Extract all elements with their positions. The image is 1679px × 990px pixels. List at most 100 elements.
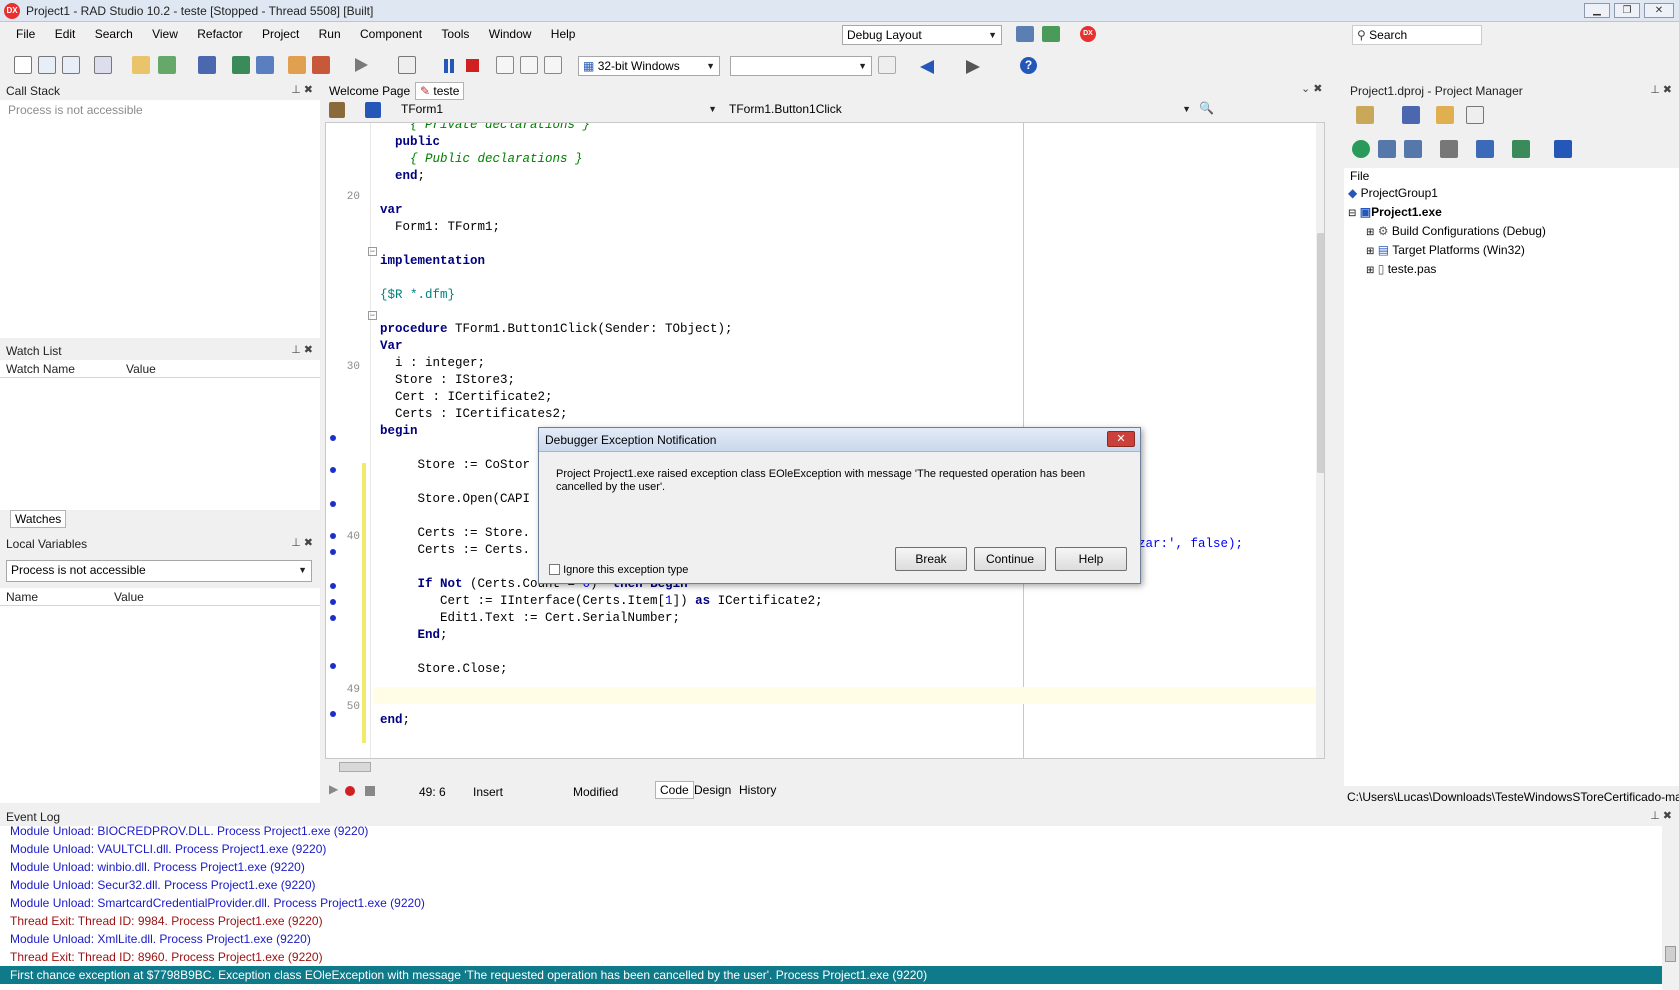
collapse-all-icon[interactable] [1404,140,1422,158]
log-line[interactable]: Module Unload: BIOCREDPROV.DLL. Process … [0,826,1662,840]
add-to-project-icon[interactable] [288,56,306,74]
breakpoint-dot-icon[interactable] [330,533,336,539]
tree-item-group[interactable]: ◆ ProjectGroup1 [1348,186,1438,205]
pin-icon[interactable]: ⊥✖ [1650,809,1675,822]
dx-logo-icon[interactable]: DX [1080,26,1096,42]
tree-item-target-platforms[interactable]: ⊞ ▤ Target Platforms (Win32) [1366,243,1525,262]
check-icon[interactable] [1512,140,1530,158]
forward-arrow-icon[interactable] [966,60,980,74]
event-log-list[interactable]: Module Unload: BIOCREDPROV.DLL. Process … [0,826,1662,990]
breakpoint-dot-icon[interactable] [330,615,336,621]
open-icon[interactable] [158,56,176,74]
tree-item-project[interactable]: ⊟ ▣Project1.exe [1348,205,1442,224]
dialog-close-button[interactable]: ✕ [1107,431,1135,447]
menu-window[interactable]: Window [481,23,540,45]
log-line[interactable]: Module Unload: Secur32.dll. Process Proj… [0,876,1662,894]
tree-item-teste-pas[interactable]: ⊞ ▯ teste.pas [1366,262,1436,281]
ignore-exception-checkbox[interactable]: Ignore this exception type [549,564,688,576]
pause-icon[interactable] [444,59,448,73]
log-line[interactable]: Module Unload: XmlLite.dll. Process Proj… [0,930,1662,948]
pin-icon[interactable]: ⊥✖ [1650,83,1675,96]
run-icon[interactable] [355,58,368,72]
play-macro-icon[interactable]: ▶ [329,782,338,796]
watch-value-column[interactable]: Value [126,362,156,376]
tab-design[interactable]: Design [694,783,731,797]
help-icon[interactable]: ? [1020,57,1037,74]
log-line[interactable]: Module Unload: VAULTCLI.dll. Process Pro… [0,840,1662,858]
back-arrow-icon[interactable] [920,60,934,74]
fold-toggle-icon[interactable]: − [368,247,377,256]
build-groups-icon[interactable] [1554,140,1572,158]
stop-macro-icon[interactable] [365,786,375,796]
set-debug-desktop-icon[interactable] [1042,26,1060,42]
file-column[interactable]: File [1350,169,1369,183]
local-value-column[interactable]: Value [114,590,144,604]
unit-icon[interactable] [329,102,345,118]
expand-icon[interactable]: ⊞ [1366,246,1374,257]
run-to-cursor-icon[interactable] [544,56,562,74]
add-project-icon[interactable] [1402,106,1420,124]
menu-tools[interactable]: Tools [433,23,477,45]
expand-all-icon[interactable] [1378,140,1396,158]
collapse-icon[interactable]: ⊟ [1348,208,1356,219]
new-items-icon[interactable] [132,56,150,74]
class-combo[interactable]: TForm1 ▼ [397,100,721,120]
trace-into-icon[interactable] [496,56,514,74]
break-button[interactable]: Break [895,547,967,571]
tab-watches[interactable]: Watches [10,510,67,528]
help-button[interactable]: Help [1055,547,1127,571]
tab-code[interactable]: Code [655,781,694,799]
stop-icon[interactable] [466,59,479,72]
pin-icon[interactable]: ⊥✖ [291,536,316,549]
event-log-scroll-thumb[interactable] [1665,946,1676,962]
menu-run[interactable]: Run [311,23,349,45]
build-config-combo[interactable]: ▼ [730,56,872,76]
record-macro-icon[interactable] [345,786,355,796]
breakpoint-dot-icon[interactable] [330,501,336,507]
breakpoint-dot-icon[interactable] [330,583,336,589]
breakpoint-dot-icon[interactable] [330,435,336,441]
breakpoint-dot-icon[interactable] [330,663,336,669]
build-icon[interactable] [1476,140,1494,158]
editor-hscrollbar[interactable] [325,760,1325,774]
new-file-icon[interactable] [14,56,32,74]
editor-vscroll-thumb[interactable] [1317,233,1324,473]
tree-item-build-configs[interactable]: ⊞ ⚙ Build Configurations (Debug) [1366,224,1546,243]
refresh-icon[interactable] [878,56,896,74]
menu-help[interactable]: Help [543,23,584,45]
local-vars-combo[interactable]: Process is not accessible ▼ [6,560,312,582]
save-all-icon[interactable] [232,56,250,74]
menu-edit[interactable]: Edit [47,23,84,45]
tab-history[interactable]: History [739,783,776,797]
editor-hscroll-thumb[interactable] [339,762,371,772]
breakpoint-dot-icon[interactable] [330,549,336,555]
breakpoint-dot-icon[interactable] [330,467,336,473]
log-line[interactable]: Thread Exit: Thread ID: 8960. Process Pr… [0,948,1662,966]
tab-welcome-page[interactable]: Welcome Page [329,84,410,98]
breakpoint-dot-icon[interactable] [330,711,336,717]
log-line[interactable]: Module Unload: winbio.dll. Process Proje… [0,858,1662,876]
close-window-button[interactable]: ✕ [1644,3,1674,18]
event-log-scrollbar[interactable] [1662,826,1679,990]
continue-button[interactable]: Continue [974,547,1046,571]
platform-combo[interactable]: ▦ 32-bit Windows ▼ [578,56,720,76]
tab-list-icon[interactable]: ⌄ ✖ [1301,82,1323,95]
new-form-icon[interactable] [38,56,56,74]
save-desktop-icon[interactable] [1016,26,1034,42]
class-icon[interactable] [365,102,381,118]
expand-icon[interactable]: ⊞ [1366,265,1374,276]
log-line[interactable]: Module Unload: SmartcardCredentialProvid… [0,894,1662,912]
maximize-button[interactable]: ❐ [1614,3,1640,18]
view-options-icon[interactable] [1466,106,1484,124]
sync-icon[interactable] [1352,140,1370,158]
tab-teste[interactable]: ✎ teste [415,82,465,100]
log-line-selected[interactable]: First chance exception at $7798B9BC. Exc… [0,966,1662,984]
find-icon[interactable]: 🔍 [1199,101,1214,115]
minimize-button[interactable]: ▁ [1584,3,1610,18]
method-combo[interactable]: TForm1.Button1Click ▼ [725,100,1195,120]
layout-combo[interactable]: Debug Layout ▼ [842,25,1002,45]
expand-icon[interactable]: ⊞ [1366,227,1374,238]
remove-from-project-icon[interactable] [312,56,330,74]
breakpoint-dot-icon[interactable] [330,599,336,605]
checkbox-box[interactable] [549,564,560,575]
